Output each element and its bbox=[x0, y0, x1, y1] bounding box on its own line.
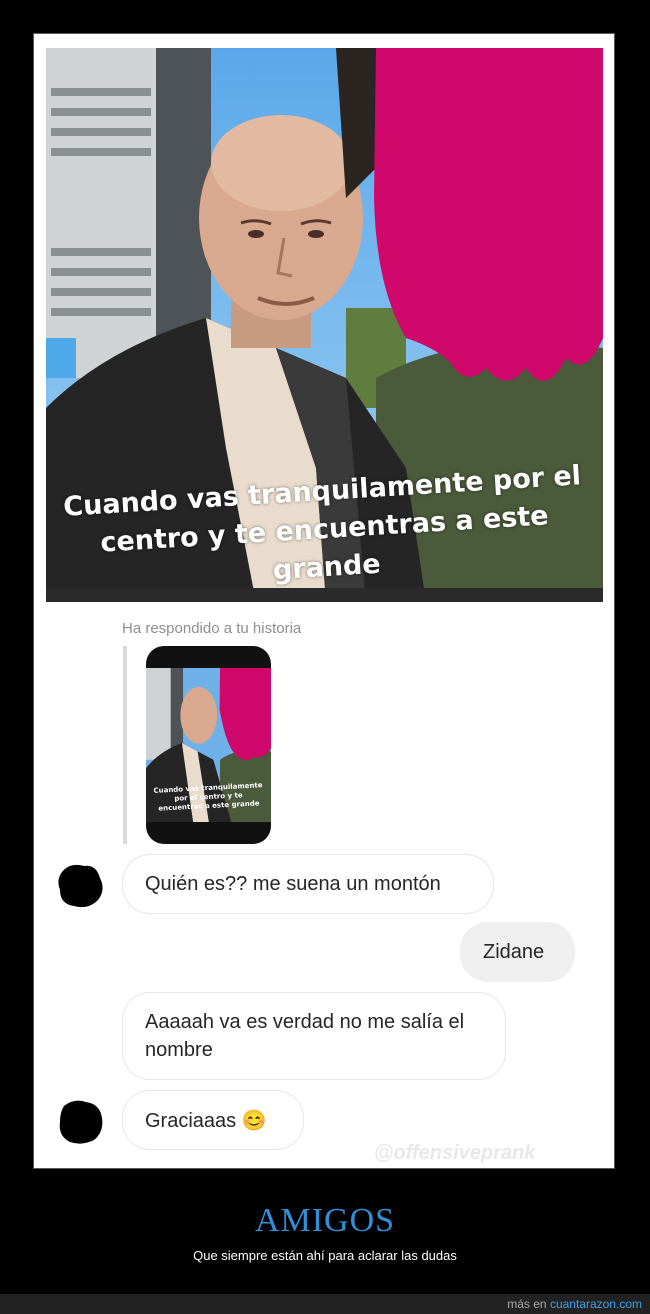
bottom-bar: más en cuantarazon.com bbox=[0, 1294, 650, 1314]
story-thumbnail[interactable]: Cuando vas tranquilamente por el centro … bbox=[146, 646, 271, 844]
redaction-blob bbox=[374, 48, 603, 381]
message-text: Graciaaas 😊 bbox=[145, 1109, 267, 1132]
message-bubble-received[interactable]: Aaaaah va es verdad no me salía el nombr… bbox=[122, 992, 506, 1080]
meme-title: AMIGOS bbox=[254, 1202, 396, 1239]
meme-subtitle: Que siempre están ahí para aclarar las d… bbox=[193, 1248, 457, 1263]
message-text: Zidane bbox=[483, 940, 545, 963]
meme-frame: Cuando vas tranquilamente por el centro … bbox=[33, 33, 615, 1169]
message-text: Aaaaah va es verdad no me salía el nombr… bbox=[145, 1011, 465, 1061]
reply-label: Ha respondido a tu historia bbox=[122, 620, 302, 637]
watermark: @offensiveprank bbox=[374, 1142, 536, 1164]
message-bubble-received[interactable]: Graciaaas 😊 bbox=[122, 1090, 304, 1150]
story-photo: Cuando vas tranquilamente por el centro … bbox=[46, 48, 603, 602]
avatar-redacted bbox=[58, 864, 103, 908]
avatar-redacted bbox=[59, 1100, 103, 1144]
site-link[interactable]: cuantarazon.com bbox=[550, 1297, 642, 1311]
quote-bar bbox=[123, 646, 127, 844]
message-text: Quién es?? me suena un montón bbox=[145, 872, 441, 895]
message-bubble-received[interactable]: Quién es?? me suena un montón bbox=[122, 854, 494, 914]
more-prefix: más en bbox=[507, 1297, 547, 1311]
more-credit: más en cuantarazon.com bbox=[507, 1297, 642, 1311]
message-bubble-sent[interactable]: Zidane bbox=[460, 922, 575, 982]
